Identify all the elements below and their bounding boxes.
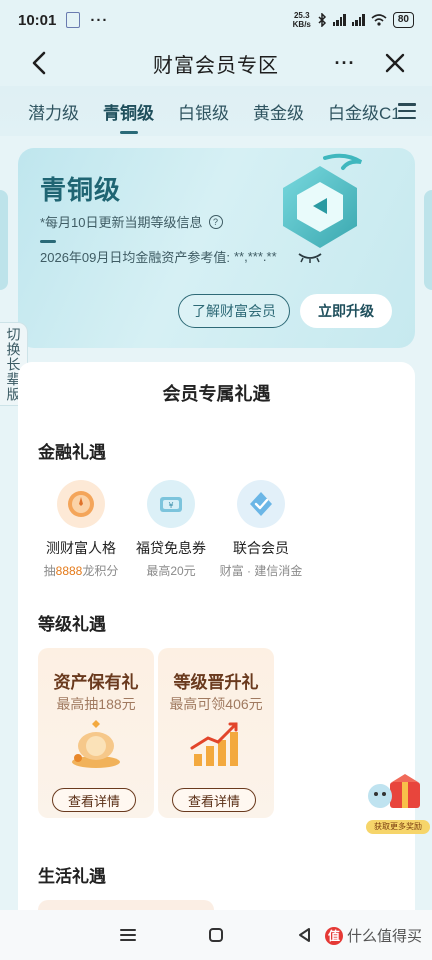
gift-box-icon — [368, 774, 420, 808]
update-note: *每月10日更新当期等级信息 ? — [40, 212, 223, 231]
home-button[interactable] — [204, 923, 228, 947]
battery-icon: 80 — [392, 12, 414, 28]
network-speed: 25.3 KB/s — [293, 11, 311, 29]
gift-asset-retention[interactable]: 资产保有礼 最高抽188元 查看详情 — [38, 648, 154, 818]
level-section-title: 等级礼遇 — [38, 615, 106, 634]
update-note-text: *每月10日更新当期等级信息 — [40, 215, 203, 230]
perk-name: 联合会员 — [233, 540, 289, 556]
piggy-bank-icon — [72, 720, 120, 768]
learn-membership-button[interactable]: 了解财富会员 — [178, 294, 290, 328]
tab-platinum-c1[interactable]: 白金级C1 — [328, 99, 401, 124]
card-divider — [40, 240, 56, 243]
help-icon[interactable]: ? — [208, 214, 223, 229]
wifi-icon — [371, 14, 387, 26]
network-speed-value: 25.3 — [293, 11, 310, 20]
tab-potential[interactable]: 潜力级 — [28, 99, 79, 124]
sim-icon — [66, 12, 81, 28]
gift-level-promotion[interactable]: 等级晋升礼 最高可领406元 查看详情 — [158, 648, 274, 818]
compass-icon — [57, 480, 105, 528]
back-button[interactable] — [24, 48, 54, 78]
menu-icon — [120, 929, 136, 941]
life-section-title: 生活礼遇 — [38, 867, 106, 886]
perk-sub-highlight: 8888 — [55, 564, 83, 578]
shield-check-icon — [237, 480, 285, 528]
gift-sub: 最高可领406元 — [169, 696, 263, 712]
close-icon — [385, 53, 405, 73]
network-speed-unit: KB/s — [292, 20, 311, 29]
bluetooth-icon — [318, 13, 326, 27]
tab-bronze[interactable]: 青铜级 — [103, 99, 154, 124]
benefits-title: 会员专属礼遇 — [162, 384, 271, 404]
view-details-button[interactable]: 查看详情 — [172, 788, 256, 812]
bronze-emblem-icon — [283, 153, 363, 248]
floating-reward-label: 获取更多奖励 — [366, 820, 430, 834]
perk-sub-prefix: 抽 — [43, 564, 56, 578]
benefits-panel: 会员专属礼遇 金融礼遇 测财富人格 抽8888龙积分 ¥ 福贷免息券 最高20元… — [18, 362, 415, 922]
upgrade-button[interactable]: 立即升级 — [300, 294, 392, 328]
view-details-button[interactable]: 查看详情 — [52, 788, 136, 812]
member-level-card: 青铜级 *每月10日更新当期等级信息 ? 2026年09月日均金融资产参考值: … — [18, 148, 415, 348]
watermark: 值 什么值得买 — [324, 925, 422, 946]
gift-name: 等级晋升礼 — [173, 673, 259, 692]
chevron-left-icon — [32, 51, 46, 75]
tabs-menu-icon[interactable] — [398, 103, 416, 119]
prev-card-peek[interactable] — [0, 190, 8, 290]
perk-joint-membership[interactable]: 联合会员 财富 · 建信消金 — [206, 480, 316, 579]
home-square-icon — [209, 928, 223, 942]
status-bar: 10:01 ··· 25.3 KB/s 80 — [0, 0, 432, 40]
financial-section-title: 金融礼遇 — [38, 443, 106, 462]
svg-text:¥: ¥ — [168, 501, 173, 510]
recent-apps-button[interactable] — [116, 923, 140, 947]
growth-chart-icon — [190, 722, 238, 766]
signal-icon-2 — [351, 14, 365, 26]
signal-icon — [332, 14, 346, 26]
status-time: 10:01 — [18, 11, 57, 29]
tab-silver[interactable]: 白银级 — [178, 99, 229, 124]
level-tabs: 潜力级 青铜级 白银级 黄金级 白金级C1 — [0, 86, 432, 136]
gift-sub: 最高抽188元 — [56, 696, 136, 712]
triangle-back-icon — [299, 928, 310, 942]
back-nav-button[interactable] — [292, 923, 316, 947]
watermark-logo: 值 — [324, 926, 343, 945]
status-more-icon: ··· — [90, 11, 109, 29]
member-level: 青铜级 — [40, 175, 122, 205]
perk-sub: 财富 · 建信消金 — [219, 564, 303, 578]
app-header: 财富会员专区 ··· — [0, 40, 432, 86]
coupon-icon: ¥ — [147, 480, 195, 528]
more-menu-button[interactable]: ··· — [330, 48, 360, 78]
perk-sub-suffix: 龙积分 — [82, 564, 119, 578]
gift-name: 资产保有礼 — [53, 673, 139, 692]
assets-label: 2026年09月日均金融资产参考值: — [40, 250, 230, 265]
next-card-peek[interactable] — [424, 190, 432, 290]
close-button[interactable] — [380, 48, 410, 78]
floating-reward[interactable]: 获取更多奖励 — [362, 770, 432, 836]
tab-gold[interactable]: 黄金级 — [253, 99, 304, 124]
watermark-text: 什么值得买 — [346, 928, 422, 945]
page-title: 财富会员专区 — [153, 54, 279, 77]
